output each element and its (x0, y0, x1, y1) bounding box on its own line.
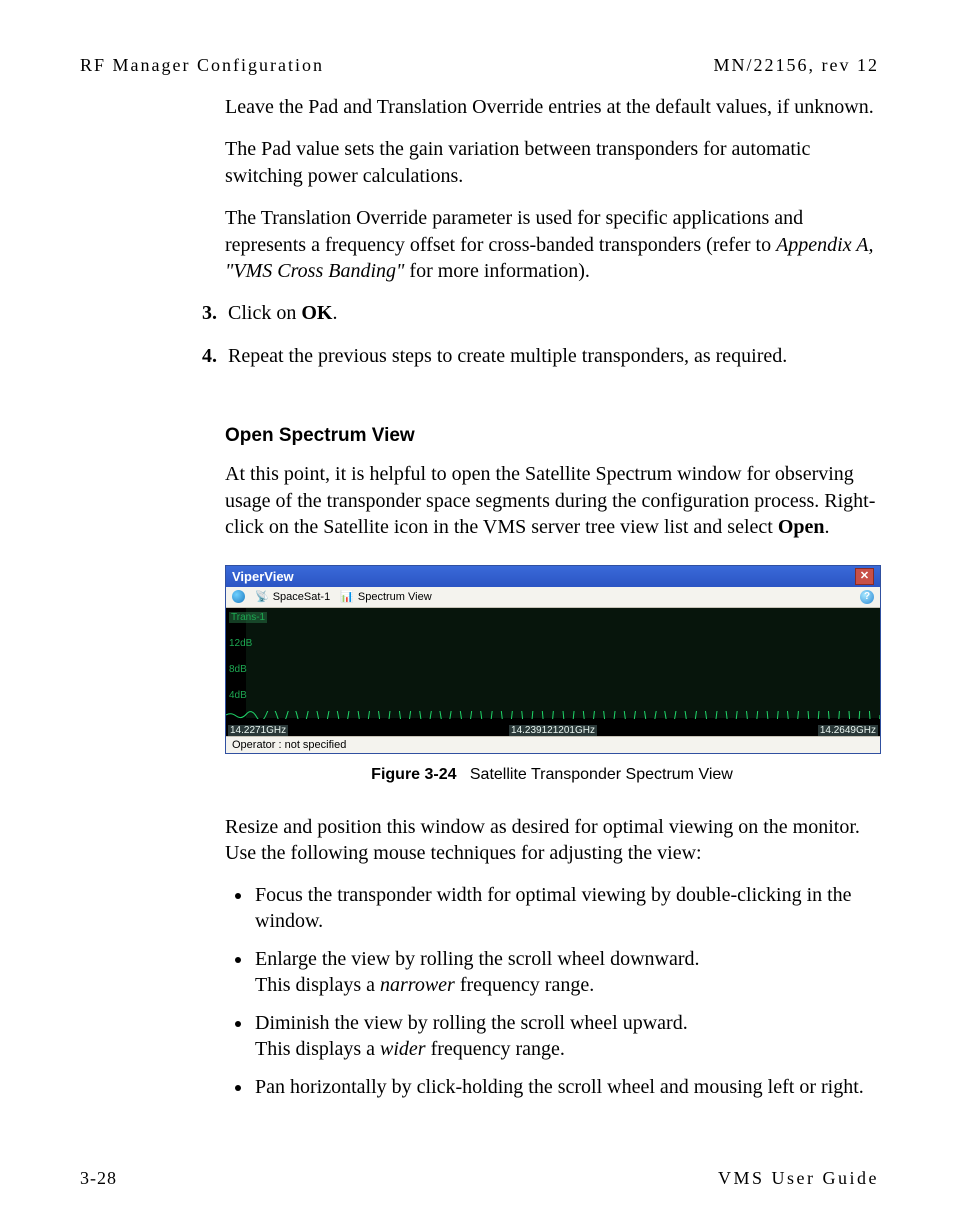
header-right: MN/22156, rev 12 (714, 55, 880, 76)
viperview-statusbar: Operator : not specified (226, 736, 880, 753)
spectrum-canvas[interactable]: Trans-1 12dB 8dB 4dB 14.2271GHz 14.23912… (226, 608, 880, 736)
satellite-icon: 📡 (255, 590, 269, 603)
b3-line1: Diminish the view by rolling the scroll … (255, 1012, 688, 1034)
para3-lead: The Translation Override parameter is us… (225, 207, 803, 255)
step-4-text: Repeat the previous steps to create mult… (228, 345, 787, 367)
freq-left: 14.2271GHz (228, 725, 288, 736)
paragraph-pad-value: The Pad value sets the gain variation be… (225, 136, 879, 189)
bullet-focus: Focus the transponder width for optimal … (253, 882, 879, 934)
viperview-window: ViperView ✕ 📡 SpaceSat-1 📊 Spectrum View… (225, 565, 881, 754)
mouse-techniques-list: Focus the transponder width for optimal … (253, 882, 879, 1100)
figure-caption: Figure 3-24 Satellite Transponder Spectr… (225, 766, 879, 784)
bullet-diminish: Diminish the view by rolling the scroll … (253, 1010, 879, 1062)
figure-viperview-window: ViperView ✕ 📡 SpaceSat-1 📊 Spectrum View… (225, 565, 879, 754)
header-left: RF Manager Configuration (80, 55, 324, 76)
trace-svg (226, 711, 880, 719)
step-4-number: 4. (202, 343, 217, 370)
page-number: 3-28 (80, 1168, 117, 1189)
page-footer: 3-28 VMS User Guide (80, 1168, 879, 1189)
b2-line2c: frequency range. (455, 974, 594, 996)
bullet-pan: Pan horizontally by click-holding the sc… (253, 1074, 879, 1100)
spectrum-icon: 📊 (340, 590, 354, 603)
help-icon[interactable]: ? (860, 590, 874, 604)
satellite-label: SpaceSat-1 (273, 591, 330, 603)
bullet-enlarge: Enlarge the view by rolling the scroll w… (253, 946, 879, 998)
label-trans1: Trans-1 (229, 612, 267, 623)
label-8db: 8dB (229, 664, 247, 675)
paragraph-resize: Resize and position this window as desir… (225, 814, 879, 867)
guide-name: VMS User Guide (718, 1168, 879, 1189)
label-4db: 4dB (229, 690, 247, 701)
freq-right: 14.2649GHz (818, 725, 878, 736)
section-heading-open-spectrum: Open Spectrum View (225, 425, 879, 447)
spectrum-view-label: Spectrum View (358, 591, 432, 603)
b3-wider: wider (380, 1038, 426, 1060)
step-4: 4. Repeat the previous steps to create m… (202, 343, 879, 370)
b2-line2a: This displays a (255, 974, 380, 996)
close-icon[interactable]: ✕ (855, 568, 874, 585)
freq-mid: 14.239121201GHz (509, 725, 597, 736)
step-3-number: 3. (202, 300, 217, 327)
b3-line2c: frequency range. (426, 1038, 565, 1060)
step-3-text-c: . (332, 302, 337, 324)
figure-number: Figure 3-24 (371, 766, 456, 783)
section-para-open: Open (778, 516, 825, 538)
step-3-text-a: Click on (228, 302, 301, 324)
toolbar-spectrum-view[interactable]: 📊 Spectrum View (340, 590, 431, 603)
globe-icon[interactable] (232, 590, 245, 603)
section-para-c: . (825, 516, 830, 538)
section-para-open-spectrum: At this point, it is helpful to open the… (225, 461, 879, 540)
viperview-toolbar: 📡 SpaceSat-1 📊 Spectrum View ? (226, 587, 880, 608)
viperview-title-text: ViperView (232, 569, 294, 584)
step-3: 3. Click on OK. (202, 300, 879, 327)
spectrum-trace (226, 711, 880, 719)
label-12db: 12dB (229, 638, 252, 649)
viperview-titlebar[interactable]: ViperView ✕ (226, 566, 880, 587)
step-3-ok: OK (301, 302, 332, 324)
b2-line1: Enlarge the view by rolling the scroll w… (255, 948, 700, 970)
spectrum-band (246, 608, 880, 718)
b2-narrower: narrower (380, 974, 455, 996)
paragraph-translation-override: The Translation Override parameter is us… (225, 205, 879, 284)
toolbar-satellite[interactable]: 📡 SpaceSat-1 (255, 590, 330, 603)
figure-title: Satellite Transponder Spectrum View (470, 766, 733, 783)
para3-tail: for more information). (404, 260, 590, 282)
running-header: RF Manager Configuration MN/22156, rev 1… (80, 55, 879, 76)
b3-line2a: This displays a (255, 1038, 380, 1060)
paragraph-pad-override: Leave the Pad and Translation Override e… (225, 94, 879, 120)
